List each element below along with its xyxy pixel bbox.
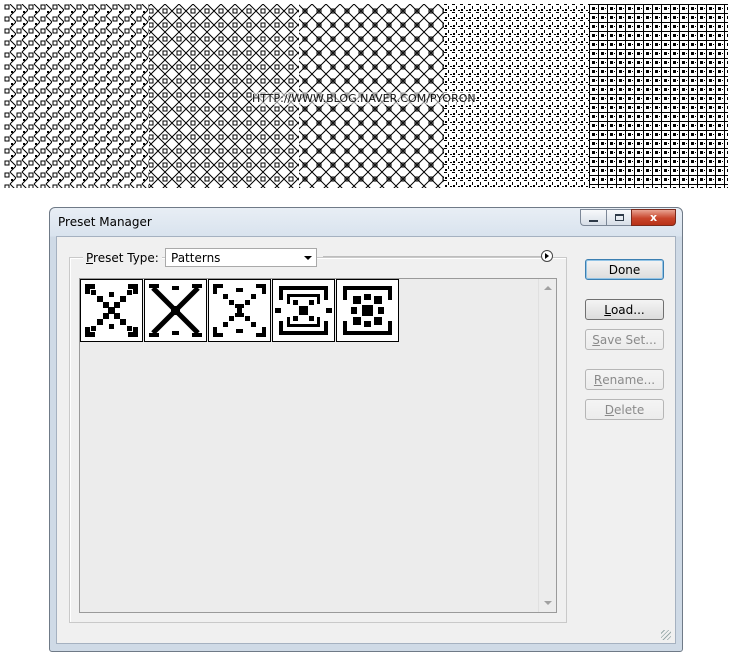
pattern-thumbnail[interactable] xyxy=(336,279,399,342)
preset-type-value: Patterns xyxy=(171,251,221,265)
pattern-thumbnail[interactable] xyxy=(144,279,207,342)
load-button-mnemonic: L xyxy=(604,302,611,317)
pattern-swatch-3 xyxy=(213,284,266,337)
preset-list[interactable] xyxy=(79,278,557,613)
pattern-thumbnail[interactable] xyxy=(80,279,143,342)
preset-type-label-text: reset Type: xyxy=(93,251,159,265)
preset-thumbnails xyxy=(80,279,400,342)
pattern-thumbnail[interactable] xyxy=(208,279,271,342)
load-button-label: oad... xyxy=(610,302,645,317)
preset-type-label: Preset Type: xyxy=(83,251,162,265)
close-button[interactable]: x xyxy=(631,209,676,226)
save-set-button[interactable]: Save Set... xyxy=(585,329,664,350)
save-set-button-label: ave Set... xyxy=(599,332,657,347)
watermark-text: HTTP://WWW.BLOG.NAVER.COM/PYORON xyxy=(252,92,476,105)
groupbox-divider xyxy=(323,256,543,257)
window-controls: x xyxy=(580,209,676,226)
done-button[interactable]: Done xyxy=(585,259,664,280)
minimize-icon xyxy=(589,219,598,222)
delete-button-mnemonic: D xyxy=(604,402,615,417)
preset-manager-window: Preset Manager x Preset Type: Patterns D… xyxy=(49,207,683,652)
rename-button-label: ename... xyxy=(602,372,656,387)
rename-button[interactable]: Rename... xyxy=(585,369,664,390)
preset-type-select[interactable]: Patterns xyxy=(165,248,317,267)
save-set-button-mnemonic: S xyxy=(592,332,600,347)
maximize-icon xyxy=(614,214,624,221)
delete-button[interactable]: Delete xyxy=(585,399,664,420)
pattern-thumbnail[interactable] xyxy=(272,279,335,342)
pattern-swatch-1 xyxy=(85,284,138,337)
scroll-up-arrow-icon[interactable] xyxy=(544,286,552,290)
done-button-label: Done xyxy=(608,262,641,277)
close-icon: x xyxy=(649,211,658,224)
resize-grip-icon[interactable] xyxy=(661,630,671,640)
pattern-swatch-5 xyxy=(343,286,392,335)
minimize-button[interactable] xyxy=(580,209,606,226)
load-button[interactable]: Load... xyxy=(585,299,664,320)
dialog-client-area: Preset Type: Patterns Done L oad... S av… xyxy=(56,236,676,644)
pattern-swatch-4 xyxy=(275,286,332,335)
preset-type-label-mnemonic: P xyxy=(86,251,94,265)
vertical-scrollbar[interactable] xyxy=(538,279,556,612)
scroll-down-arrow-icon[interactable] xyxy=(544,601,552,605)
flyout-menu-icon[interactable] xyxy=(541,250,553,262)
delete-button-label: elete xyxy=(614,402,645,417)
rename-button-mnemonic: R xyxy=(593,372,603,387)
pattern-swatch-2 xyxy=(149,284,202,337)
window-title: Preset Manager xyxy=(58,215,152,229)
maximize-button[interactable] xyxy=(606,209,631,226)
dropdown-arrow-icon xyxy=(304,256,312,260)
